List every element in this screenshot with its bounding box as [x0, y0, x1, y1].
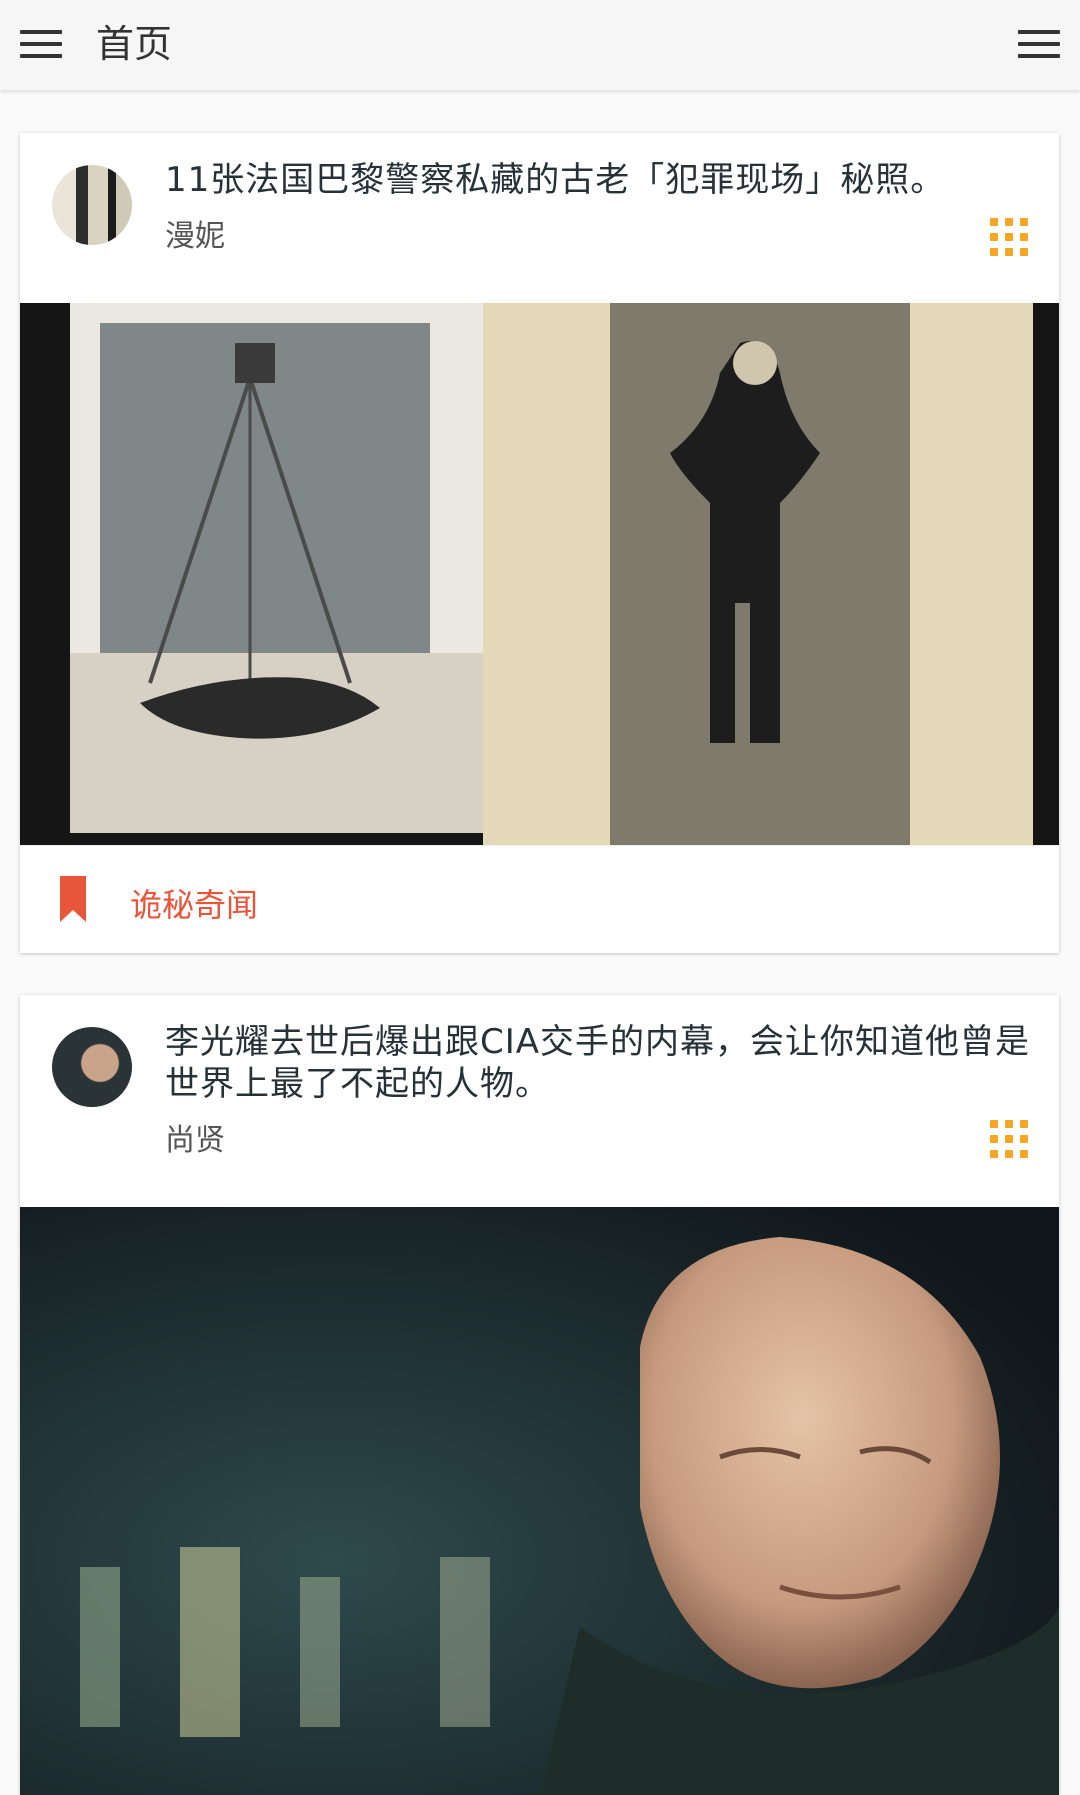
post-image[interactable] — [20, 1207, 1059, 1795]
post-author[interactable]: 漫妮 — [165, 211, 225, 255]
post-card[interactable]: 11张法国巴黎警察私藏的古老「犯罪现场」秘照。 漫妮 诡秘奇闻 — [20, 133, 1059, 953]
grid-dots-icon[interactable] — [990, 1120, 1030, 1160]
hamburger-menu-icon[interactable] — [20, 28, 62, 60]
post-image[interactable] — [20, 303, 1059, 845]
overflow-menu-icon[interactable] — [1018, 28, 1060, 60]
author-avatar[interactable] — [52, 1027, 132, 1107]
app-bar: 首页 — [0, 0, 1080, 90]
page-title: 首页 — [96, 22, 173, 66]
post-category[interactable]: 诡秘奇闻 — [130, 880, 258, 926]
post-footer: 诡秘奇闻 — [20, 845, 1059, 953]
post-title[interactable]: 11张法国巴黎警察私藏的古老「犯罪现场」秘照。 — [165, 159, 1035, 201]
post-author[interactable]: 尚贤 — [165, 1115, 225, 1159]
grid-dots-icon[interactable] — [990, 218, 1030, 258]
crime-scene-photos — [20, 303, 1059, 845]
post-title[interactable]: 李光耀去世后爆出跟CIA交手的内幕，会让你知道他曾是世界上最了不起的人物。 — [165, 1021, 1035, 1105]
post-card[interactable]: 李光耀去世后爆出跟CIA交手的内幕，会让你知道他曾是世界上最了不起的人物。 尚贤 — [20, 995, 1059, 1795]
portrait-photo — [20, 1207, 1059, 1795]
author-avatar[interactable] — [52, 165, 132, 245]
bookmark-icon — [60, 876, 86, 922]
